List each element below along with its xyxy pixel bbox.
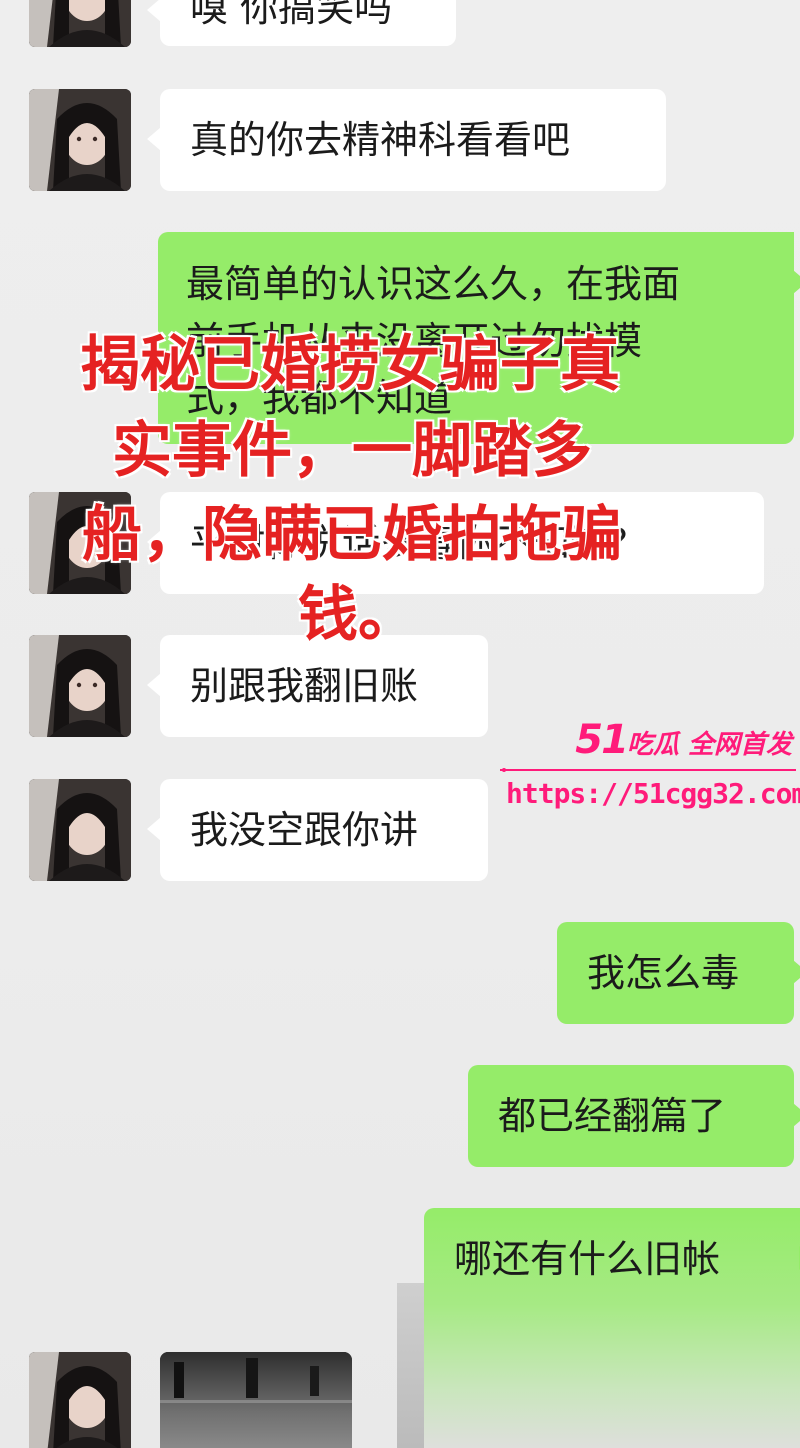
message-text: 哪还有什么旧帐 [454, 1237, 721, 1281]
watermark-divider [500, 768, 796, 772]
message-bubble[interactable]: 别跟我翻旧账 [147, 635, 488, 737]
contact-avatar[interactable] [29, 635, 131, 737]
message-bubble[interactable]: 平时你说话多毒你不知道? [147, 492, 764, 594]
avatar-photo-icon [29, 635, 131, 737]
site-watermark: 51吃瓜 全网首发 https://51cgg32.com [498, 720, 800, 820]
message-text-line: 前手机从来没离开过勿扰模 [186, 319, 643, 363]
chat-screen: 嗅 你搞笑吗 真的你去精神科看看吧 最简单的认识这么久，在我面 前手机从来没离开… [0, 0, 800, 1448]
photo-icon [160, 1352, 352, 1448]
avatar-photo-icon [29, 89, 131, 191]
avatar-photo-icon [29, 1352, 131, 1448]
message-text: 平时你说话多毒你不知道? [190, 521, 629, 565]
message-text-line: 式，我都不知道 [186, 376, 453, 420]
message-bubble[interactable]: 最简单的认识这么久，在我面 前手机从来没离开过勿扰模 式，我都不知道 [158, 232, 800, 444]
contact-avatar[interactable] [29, 492, 131, 594]
contact-avatar[interactable] [29, 89, 131, 191]
image-message-thumbnail[interactable] [160, 1352, 352, 1448]
message-text: 我没空跟你讲 [190, 808, 419, 852]
message-text: 我怎么毒 [587, 951, 740, 995]
avatar-photo-icon [29, 0, 131, 47]
message-text-line: 最简单的认识这么久，在我面 [186, 262, 681, 306]
avatar-photo-icon [29, 779, 131, 881]
message-text: 真的你去精神科看看吧 [190, 118, 571, 162]
watermark-brand: 51吃瓜 全网首发 [575, 720, 792, 765]
message-text: 别跟我翻旧账 [190, 664, 419, 708]
watermark-url: https://51cgg32.com [506, 777, 800, 810]
watermark-number: 51 [575, 717, 629, 763]
message-text: 都已经翻篇了 [498, 1094, 727, 1138]
message-text: 嗅 你搞笑吗 [190, 0, 393, 30]
message-bubble[interactable]: 哪还有什么旧帐 [424, 1208, 800, 1448]
message-bubble[interactable]: 我怎么毒 [557, 922, 800, 1024]
contact-avatar[interactable] [29, 0, 131, 47]
message-bubble[interactable]: 嗅 你搞笑吗 [147, 0, 456, 46]
contact-avatar[interactable] [29, 779, 131, 881]
contact-avatar[interactable] [29, 1352, 131, 1448]
message-bubble[interactable]: 都已经翻篇了 [468, 1065, 800, 1167]
watermark-brand-text: 吃瓜 全网首发 [626, 730, 792, 760]
avatar-photo-icon [29, 492, 131, 594]
message-bubble[interactable]: 我没空跟你讲 [147, 779, 488, 881]
message-bubble[interactable]: 真的你去精神科看看吧 [147, 89, 666, 191]
